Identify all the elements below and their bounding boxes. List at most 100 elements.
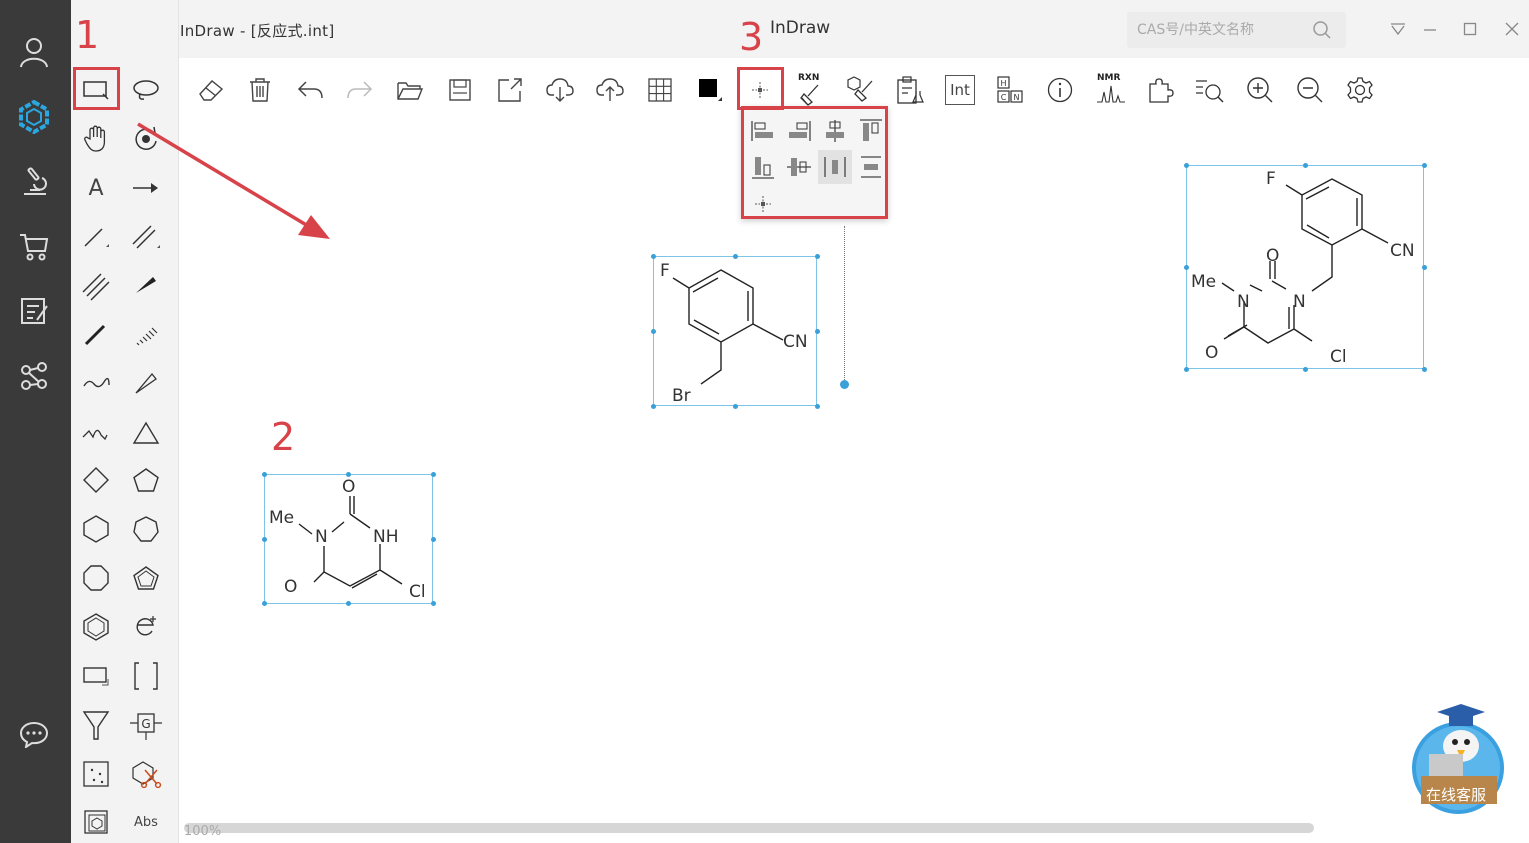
align-guide-handle[interactable] — [840, 380, 849, 389]
abs-stereo-tool[interactable]: Abs — [126, 802, 166, 842]
zoom-in-icon[interactable] — [1242, 72, 1278, 108]
export-icon[interactable] — [492, 72, 528, 108]
molecule-product-structure — [1221, 178, 1389, 344]
search-input[interactable] — [1137, 20, 1297, 40]
wedge-bond-tool[interactable] — [126, 266, 166, 306]
search-icon[interactable] — [1312, 20, 1332, 44]
cloud-download-icon[interactable] — [542, 72, 578, 108]
main-sidebar — [0, 0, 71, 843]
zoom-level: 100% — [184, 824, 222, 839]
template-tool[interactable] — [76, 802, 116, 842]
atom-label: NH — [373, 527, 399, 547]
atom-label: Br — [672, 386, 691, 406]
single-bond-tool[interactable] — [76, 217, 116, 257]
plugin-puzzle-icon[interactable] — [1142, 72, 1178, 108]
align-tool-icon[interactable] — [742, 72, 778, 108]
bold-bond-tool[interactable] — [76, 315, 116, 355]
save-icon[interactable] — [442, 72, 478, 108]
chat-icon[interactable] — [14, 714, 54, 754]
share-network-icon[interactable] — [14, 356, 54, 396]
charge-electron-tool[interactable] — [126, 607, 166, 647]
clipboard-lab-icon[interactable] — [892, 72, 928, 108]
triple-bond-tool[interactable] — [76, 266, 116, 306]
nmr-predict-icon[interactable]: NMR — [1092, 72, 1128, 108]
cyclopentadiene-ring-tool[interactable] — [126, 558, 166, 598]
structure-cleanup-icon[interactable] — [842, 72, 878, 108]
settings-gear-icon[interactable] — [1342, 72, 1378, 108]
dotted-grid-tool[interactable] — [76, 754, 116, 794]
app-title: InDraw — [770, 18, 831, 38]
svg-text:N: N — [1014, 93, 1020, 102]
color-picker-icon[interactable] — [692, 72, 728, 108]
funnel-glassware-tool[interactable] — [76, 705, 116, 745]
hollow-wedge-tool[interactable] — [126, 364, 166, 404]
dropdown-menu-icon[interactable] — [1387, 18, 1409, 40]
hnmr-table-icon[interactable]: HCN — [992, 72, 1028, 108]
pentagon-ring-tool[interactable] — [126, 460, 166, 500]
align-center-vertical-icon[interactable] — [782, 150, 816, 184]
benzene-ring-tool[interactable] — [76, 607, 116, 647]
molecule-bromide-structure — [672, 269, 784, 385]
rxn-cleanup-icon[interactable]: RXN — [792, 72, 828, 108]
maximize-icon[interactable] — [1459, 18, 1481, 40]
wavy-bond-tool[interactable] — [76, 364, 116, 404]
atom-label: F — [660, 261, 670, 281]
horizontal-scrollbar[interactable] — [184, 823, 1314, 833]
svg-text:C: C — [1001, 93, 1007, 102]
indraw-logo-icon[interactable] — [14, 97, 54, 137]
open-folder-icon[interactable] — [392, 72, 428, 108]
triangle-ring-tool[interactable] — [126, 413, 166, 453]
cart-icon[interactable] — [14, 226, 54, 266]
align-bottom-icon[interactable] — [746, 150, 780, 184]
group-label-tool[interactable]: G — [126, 705, 166, 745]
svg-text:H: H — [1000, 79, 1006, 88]
shape-rectangle-tool[interactable] — [76, 656, 116, 696]
distribute-horizontal-icon[interactable] — [818, 150, 852, 184]
search-structure-icon[interactable] — [1192, 72, 1228, 108]
cloud-upload-icon[interactable] — [592, 72, 628, 108]
atom-label: N — [315, 527, 328, 547]
atom-label: N — [1293, 292, 1306, 312]
zoom-out-icon[interactable] — [1292, 72, 1328, 108]
align-dropdown-menu — [741, 106, 888, 219]
microscope-icon[interactable] — [14, 162, 54, 202]
distribute-vertical-icon[interactable] — [854, 150, 888, 184]
atom-label: N — [1237, 292, 1250, 312]
align-top-icon[interactable] — [854, 114, 888, 148]
scissors-cut-tool[interactable] — [126, 754, 166, 794]
text-tool[interactable]: A — [76, 168, 116, 208]
align-left-icon[interactable] — [746, 114, 780, 148]
atom-label: O — [342, 477, 356, 497]
align-right-icon[interactable] — [782, 114, 816, 148]
lasso-tool[interactable] — [126, 70, 166, 110]
close-icon[interactable] — [1501, 18, 1523, 40]
align-default-icon[interactable] — [746, 187, 780, 221]
user-icon[interactable] — [14, 32, 54, 72]
square-ring-tool[interactable] — [76, 460, 116, 500]
eraser-icon[interactable] — [192, 72, 228, 108]
hand-pan-icon[interactable] — [76, 119, 116, 159]
atom-label: Me — [269, 508, 295, 528]
atom-label: O — [1266, 246, 1280, 266]
bracket-tool[interactable] — [126, 656, 166, 696]
hexagon-ring-tool[interactable] — [76, 509, 116, 549]
undo-icon[interactable] — [292, 72, 328, 108]
align-center-horizontal-icon[interactable] — [818, 114, 852, 148]
tutorial-arrow-icon — [137, 122, 330, 239]
minimize-icon[interactable] — [1419, 18, 1441, 40]
redo-icon[interactable] — [342, 72, 378, 108]
atom-label: O — [284, 577, 298, 597]
hashed-bond-tool[interactable] — [126, 315, 166, 355]
chain-tool[interactable] — [76, 413, 116, 453]
document-title: InDraw - [反应式.int] — [180, 22, 335, 40]
int-format-button[interactable]: Int — [942, 72, 978, 108]
grid-icon[interactable] — [642, 72, 678, 108]
delete-trash-icon[interactable] — [242, 72, 278, 108]
octagon-ring-tool[interactable] — [76, 558, 116, 598]
info-icon[interactable] — [1042, 72, 1078, 108]
notes-icon[interactable] — [14, 291, 54, 331]
search-box — [1127, 12, 1346, 48]
select-rectangle-tool[interactable] — [76, 70, 116, 110]
heptagon-ring-tool[interactable] — [126, 509, 166, 549]
drawing-canvas[interactable]: F CN Br O Me N NH O Cl F CN O Me N N O C… — [179, 122, 1529, 843]
